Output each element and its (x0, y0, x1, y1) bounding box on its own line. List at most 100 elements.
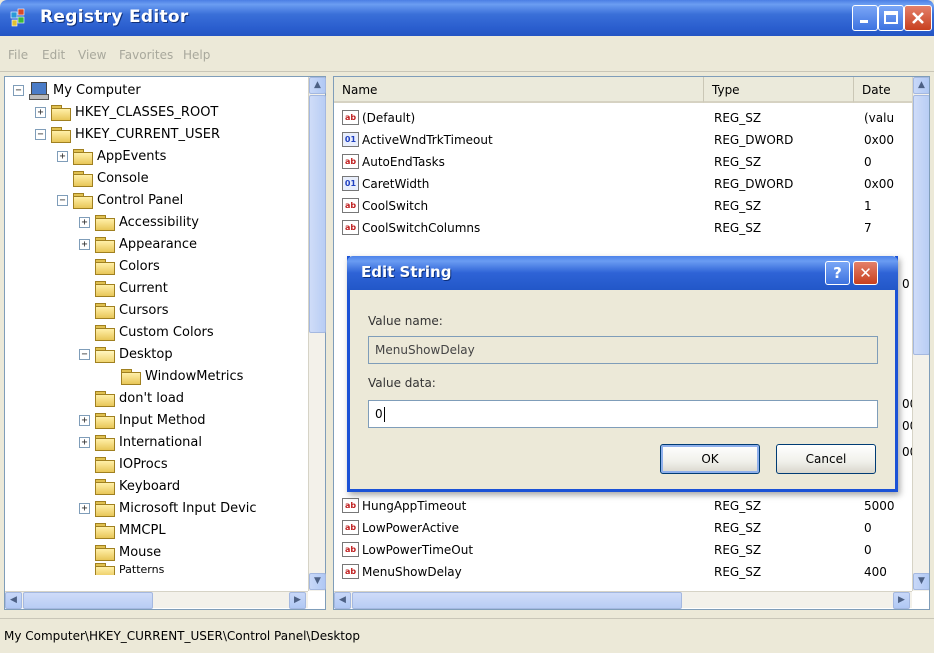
menu-favorites[interactable]: Favorites (119, 48, 173, 62)
list-item[interactable]: ab CoolSwitch REG_SZ 1 (334, 195, 914, 217)
collapse-icon[interactable]: − (79, 348, 90, 360)
tree-item-cursors[interactable]: Cursors (95, 299, 169, 321)
tree-item-international[interactable]: + International (79, 431, 202, 453)
menu-bar: File Edit View Favorites Help (0, 36, 934, 72)
registry-editor-icon (10, 8, 25, 27)
tree-item-label: Current (119, 280, 168, 296)
folder-icon (51, 126, 71, 143)
key-tree-pane[interactable]: − My Computer + HKEY_CLASSES_ROOT − HKEY… (4, 76, 326, 610)
folder-icon (95, 258, 115, 275)
tree-horizontal-scrollbar[interactable]: ◀ ▶ (5, 591, 308, 609)
expand-icon[interactable]: + (79, 414, 90, 426)
scroll-up-icon[interactable]: ▲ (309, 77, 326, 94)
tree-item-colors[interactable]: Colors (95, 255, 160, 277)
value-name-label: Value name: (368, 314, 443, 328)
edit-string-dialog[interactable]: Edit String ? ✕ Value name: MenuShowDela… (347, 256, 898, 492)
scroll-right-icon[interactable]: ▶ (289, 592, 306, 609)
tree-item-windowmetrics[interactable]: WindowMetrics (121, 365, 243, 387)
tree-item-label: Cursors (119, 302, 169, 318)
tree-item-custom-colors[interactable]: Custom Colors (95, 321, 214, 343)
expand-icon[interactable]: + (79, 436, 90, 448)
tree-item-input-method[interactable]: + Input Method (79, 409, 206, 431)
value-data-input[interactable]: 0 (368, 400, 878, 428)
computer-icon (29, 81, 49, 100)
tree-item-label: Patterns (119, 563, 165, 575)
scroll-thumb[interactable] (913, 95, 929, 355)
tree-item-mmcpl[interactable]: MMCPL (95, 519, 166, 541)
menu-help[interactable]: Help (183, 48, 210, 62)
collapse-icon[interactable]: − (13, 84, 24, 96)
tree-item-my-computer[interactable]: − My Computer (13, 79, 141, 101)
status-bar: My Computer\HKEY_CURRENT_USER\Control Pa… (0, 618, 934, 652)
title-bar[interactable]: Registry Editor (0, 0, 934, 36)
scroll-left-icon[interactable]: ◀ (5, 592, 22, 609)
scroll-right-icon[interactable]: ▶ (893, 592, 910, 609)
tree-item-mouse[interactable]: Mouse (95, 541, 161, 563)
column-header-type[interactable]: Type (704, 77, 854, 103)
scroll-down-icon[interactable]: ▼ (309, 573, 326, 590)
collapse-icon[interactable]: − (57, 194, 68, 206)
cancel-button[interactable]: Cancel (776, 444, 876, 474)
tree-item-accessibility[interactable]: + Accessibility (79, 211, 199, 233)
tree-item-hkey-classes-root[interactable]: + HKEY_CLASSES_ROOT (35, 101, 218, 123)
tree-item-current[interactable]: Current (95, 277, 168, 299)
column-header-name[interactable]: Name (334, 77, 704, 103)
dialog-close-button[interactable]: ✕ (853, 261, 878, 285)
tree-item-label: My Computer (53, 82, 141, 98)
close-button[interactable] (904, 5, 932, 31)
maximize-button[interactable] (878, 5, 904, 31)
tree-item-ioprocs[interactable]: IOProcs (95, 453, 168, 475)
expand-icon[interactable]: + (79, 216, 90, 228)
list-horizontal-scrollbar[interactable]: ◀ ▶ (334, 591, 912, 609)
ok-button[interactable]: OK (660, 444, 760, 474)
tree-item-console[interactable]: Console (73, 167, 149, 189)
list-item[interactable]: 01 CaretWidth REG_DWORD 0x00 (334, 173, 914, 195)
tree-item-control-panel[interactable]: − Control Panel (57, 189, 183, 211)
tree-item-appearance[interactable]: + Appearance (79, 233, 197, 255)
list-item[interactable]: ab LowPowerActive REG_SZ 0 (334, 517, 914, 539)
tree-item-desktop[interactable]: − Desktop (79, 343, 173, 365)
tree-item-dont-load[interactable]: don't load (95, 387, 184, 409)
tree-item-label: Mouse (119, 544, 162, 560)
tree-vertical-scrollbar[interactable]: ▲ ▼ (308, 77, 326, 591)
column-header-data[interactable]: Date (854, 77, 914, 103)
expand-icon[interactable]: + (79, 238, 90, 250)
list-item[interactable]: ab (Default) REG_SZ (valu (334, 107, 914, 129)
list-item[interactable]: ab MenuShowDelay REG_SZ 400 (334, 561, 914, 583)
tree-item-label: Accessibility (119, 214, 199, 230)
scroll-up-icon[interactable]: ▲ (913, 77, 929, 94)
expand-icon[interactable]: + (57, 150, 68, 162)
help-icon: ? (833, 264, 842, 282)
dialog-title-bar[interactable]: Edit String ? ✕ (347, 256, 898, 290)
scroll-thumb[interactable] (352, 592, 682, 609)
scroll-thumb[interactable] (23, 592, 153, 609)
tree-item-patterns[interactable]: Patterns (95, 563, 164, 575)
collapse-icon[interactable]: − (35, 128, 46, 140)
expand-icon[interactable]: + (35, 106, 46, 118)
list-item[interactable]: ab AutoEndTasks REG_SZ 0 (334, 151, 914, 173)
list-item[interactable]: 01 ActiveWndTrkTimeout REG_DWORD 0x00 (334, 129, 914, 151)
scroll-thumb[interactable] (309, 95, 326, 333)
list-item[interactable]: ab LowPowerTimeOut REG_SZ 0 (334, 539, 914, 561)
menu-view[interactable]: View (78, 48, 106, 62)
minimize-button[interactable] (852, 5, 878, 31)
folder-icon (121, 368, 141, 385)
tree-item-appevents[interactable]: + AppEvents (57, 145, 166, 167)
list-item[interactable]: ab CoolSwitchColumns REG_SZ 7 (334, 217, 914, 239)
help-button[interactable]: ? (825, 261, 850, 285)
list-item[interactable]: ab HungAppTimeout REG_SZ 5000 (334, 495, 914, 517)
menu-edit[interactable]: Edit (42, 48, 65, 62)
scroll-down-icon[interactable]: ▼ (913, 573, 929, 590)
tree-item-microsoft-input-devices[interactable]: + Microsoft Input Devic (79, 497, 257, 519)
tree-item-label: AppEvents (97, 148, 167, 164)
tree-item-label: Desktop (119, 346, 173, 362)
tree-item-label: Microsoft Input Devic (119, 500, 257, 516)
scroll-left-icon[interactable]: ◀ (334, 592, 351, 609)
expand-icon[interactable]: + (79, 502, 90, 514)
tree-item-hkey-current-user[interactable]: − HKEY_CURRENT_USER (35, 123, 220, 145)
menu-file[interactable]: File (8, 48, 28, 62)
tree-item-label: HKEY_CURRENT_USER (75, 126, 221, 142)
string-value-icon: ab (342, 220, 359, 235)
tree-item-keyboard[interactable]: Keyboard (95, 475, 180, 497)
list-vertical-scrollbar[interactable]: ▲ ▼ (912, 77, 929, 591)
